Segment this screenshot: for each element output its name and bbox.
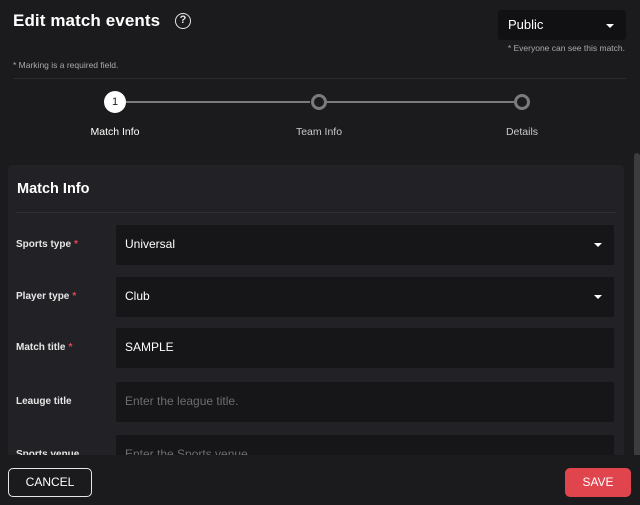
save-button[interactable]: SAVE xyxy=(565,468,631,497)
match-title-input[interactable]: SAMPLE xyxy=(116,328,614,368)
league-title-row: Leauge title Enter the league title. xyxy=(8,382,624,422)
stepper: 1 Match Info Team Info Details xyxy=(0,86,640,146)
required-note: * Marking is a required field. xyxy=(13,60,119,70)
step-connector xyxy=(126,101,310,103)
sports-type-label: Sports type * xyxy=(16,239,78,250)
chevron-down-icon xyxy=(606,24,614,28)
match-title-label: Match title * xyxy=(16,342,73,353)
header-divider xyxy=(13,78,626,79)
league-title-label: Leauge title xyxy=(16,396,72,407)
scrollbar[interactable] xyxy=(634,153,640,465)
step-3-indicator[interactable] xyxy=(514,94,530,110)
match-info-card: Match Info Sports type * Universal Player… xyxy=(8,165,624,465)
step-connector xyxy=(327,101,514,103)
player-type-label: Player type * xyxy=(16,291,77,302)
match-title-row: Match title * SAMPLE xyxy=(8,328,624,368)
league-title-placeholder: Enter the league title. xyxy=(125,394,239,408)
required-mark: * xyxy=(68,342,73,353)
footer-bar: CANCEL SAVE xyxy=(0,455,640,505)
step-2-indicator[interactable] xyxy=(311,94,327,110)
visibility-select[interactable]: Public xyxy=(498,10,626,40)
cancel-button[interactable]: CANCEL xyxy=(8,468,92,497)
section-title: Match Info xyxy=(17,181,90,197)
step-2-label: Team Info xyxy=(295,126,343,138)
section-divider xyxy=(16,212,616,213)
visibility-note: * Everyone can see this match. xyxy=(507,43,625,53)
page-title: Edit match events xyxy=(13,11,161,30)
player-type-select[interactable]: Club xyxy=(116,277,614,317)
match-title-value: SAMPLE xyxy=(125,340,174,354)
required-mark: * xyxy=(74,239,78,250)
player-type-value: Club xyxy=(125,289,150,303)
player-type-row: Player type * Club xyxy=(8,277,624,317)
chevron-down-icon xyxy=(594,243,602,247)
sports-type-select[interactable]: Universal xyxy=(116,225,614,265)
visibility-value: Public xyxy=(508,17,544,32)
step-3-label: Details xyxy=(505,126,539,138)
sports-type-value: Universal xyxy=(125,237,176,251)
sports-type-row: Sports type * Universal xyxy=(8,225,624,265)
page-header: Edit match events ? Public * Everyone ca… xyxy=(0,0,640,80)
step-1-label: Match Info xyxy=(90,126,140,138)
required-mark: * xyxy=(72,291,77,302)
help-icon[interactable]: ? xyxy=(175,13,191,29)
chevron-down-icon xyxy=(594,295,602,299)
league-title-input[interactable]: Enter the league title. xyxy=(116,382,614,422)
step-1-indicator[interactable]: 1 xyxy=(104,91,126,113)
